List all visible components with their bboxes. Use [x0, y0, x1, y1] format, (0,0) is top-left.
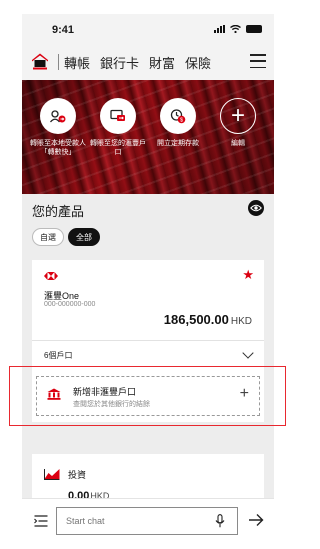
battery-icon — [246, 25, 262, 33]
chevron-down-icon[interactable] — [242, 347, 254, 359]
quick-action-time-deposit[interactable]: $ 開立定期存款 — [151, 98, 205, 157]
transfer-own-icon — [100, 98, 136, 134]
quick-action-label: 開立定期存款 — [157, 140, 199, 147]
nav-item-cards[interactable]: 銀行卡 — [100, 53, 139, 72]
svg-text:$: $ — [180, 117, 183, 123]
product-filters: 自選 全部 — [32, 228, 100, 246]
status-icons — [214, 25, 262, 33]
top-nav: 轉帳 銀行卡 財富 保險 — [22, 44, 274, 80]
nav-item-insurance[interactable]: 保險 — [185, 53, 211, 72]
quick-action-edit[interactable]: + 編輯 — [211, 98, 265, 157]
nav-menu: 轉帳 銀行卡 財富 保險 — [64, 53, 211, 72]
quick-action-transfer-own[interactable]: 轉賬至您的滙豐戶口 — [90, 98, 146, 157]
balance-currency: HKD — [230, 316, 252, 327]
chat-bar — [22, 498, 274, 549]
highlight-frame — [9, 366, 286, 426]
account-card[interactable]: ★ 滙豐One 000-000000-000 186,500.00 HKD 6個戶… — [32, 260, 264, 370]
transfer-local-icon — [40, 98, 76, 134]
products-heading: 您的產品 — [32, 204, 85, 219]
balance-amount: 186,500.00 — [163, 312, 229, 327]
divider — [32, 340, 264, 341]
quick-action-label: 轉賬至本地受款人「轉數快」 — [30, 140, 86, 156]
filter-custom[interactable]: 自選 — [32, 228, 64, 246]
hsbc-logo-icon — [44, 272, 58, 280]
status-time: 9:41 — [52, 24, 75, 36]
hero-banner: 轉賬至本地受款人「轉數快」 轉賬至您的滙豐戶口 $ 開立定期存款 + 編輯 — [22, 80, 274, 194]
nav-item-wealth[interactable]: 財富 — [149, 53, 175, 72]
favorite-star-icon[interactable]: ★ — [242, 267, 254, 283]
microphone-icon[interactable] — [215, 514, 225, 528]
home-icon[interactable] — [31, 52, 49, 70]
chat-menu-icon[interactable] — [34, 515, 48, 527]
send-arrow-icon[interactable] — [248, 513, 264, 527]
plus-icon: + — [220, 98, 256, 134]
time-deposit-icon: $ — [160, 98, 196, 134]
account-balance: 186,500.00 HKD — [164, 312, 252, 327]
investment-title: 投資 — [68, 470, 87, 480]
status-bar: 9:41 — [22, 14, 274, 44]
quick-action-label: 轉賬至您的滙豐戶口 — [90, 140, 146, 156]
chat-input[interactable] — [56, 507, 238, 535]
filter-all[interactable]: 全部 — [68, 228, 100, 246]
account-number: 000-000000-000 — [44, 301, 96, 308]
quick-action-label: 編輯 — [231, 140, 245, 147]
quick-actions: 轉賬至本地受款人「轉數快」 轉賬至您的滙豐戶口 $ 開立定期存款 + 編輯 — [22, 98, 274, 157]
account-count: 6個戶口 — [44, 351, 73, 360]
eye-icon[interactable] — [248, 200, 264, 216]
nav-item-transfer[interactable]: 轉帳 — [64, 53, 90, 72]
phone-screen: 9:41 轉帳 銀行卡 財富 保險 轉賬至本地受款人「轉數快」 轉賬至您的滙豐戶… — [22, 14, 274, 549]
quick-action-transfer-local[interactable]: 轉賬至本地受款人「轉數快」 — [30, 98, 86, 157]
nav-divider — [58, 54, 59, 70]
signal-icon — [214, 25, 225, 33]
chart-icon — [44, 469, 60, 480]
hamburger-menu-icon[interactable] — [250, 54, 266, 68]
wifi-icon — [230, 25, 241, 33]
